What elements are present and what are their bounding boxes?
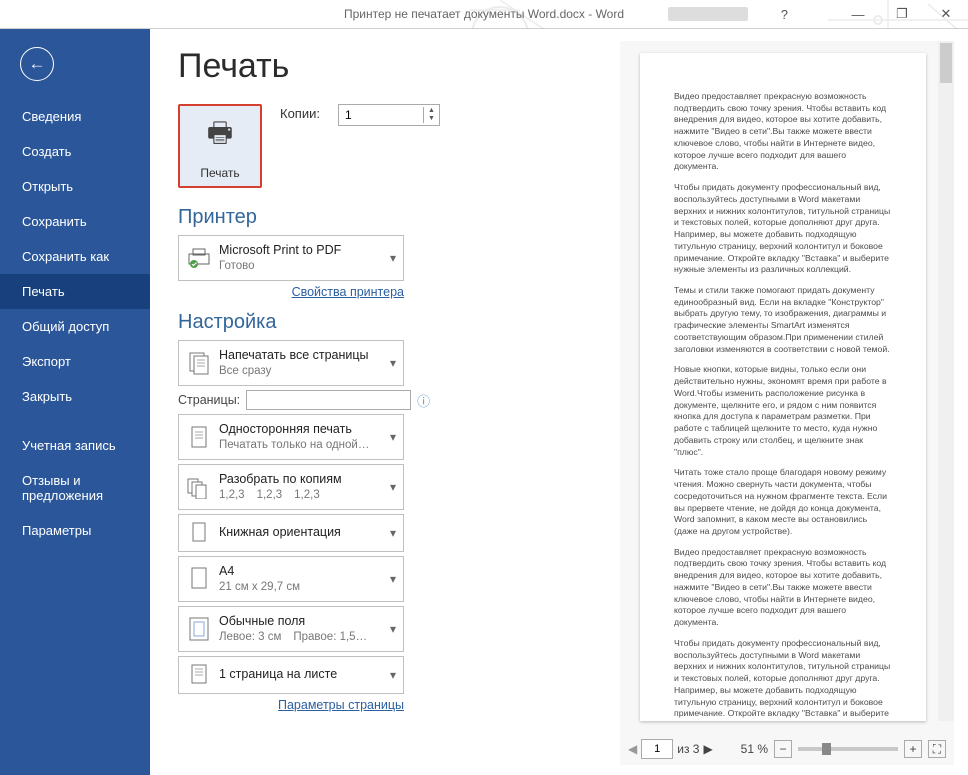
print-button[interactable]: 🖶 Печать bbox=[178, 104, 262, 188]
preview-scrollbar[interactable] bbox=[938, 41, 954, 721]
spin-up-icon[interactable]: ▲ bbox=[424, 107, 439, 115]
sheet-icon bbox=[185, 661, 213, 689]
copies-stepper[interactable]: 1 ▲▼ bbox=[338, 104, 440, 126]
zoom-slider[interactable] bbox=[798, 747, 898, 751]
printer-status: Готово bbox=[219, 259, 387, 273]
page-setup-link[interactable]: Параметры страницы bbox=[178, 698, 404, 712]
page-size-icon bbox=[185, 565, 213, 593]
preview-paragraph: Новые кнопки, которые видны, только если… bbox=[674, 364, 892, 458]
printer-select[interactable]: Microsoft Print to PDF Готово ▾ bbox=[178, 235, 404, 281]
sidebar-item-3[interactable]: Сохранить bbox=[0, 204, 150, 239]
print-preview: Видео предоставляет прекрасную возможнос… bbox=[620, 41, 954, 765]
title-bar: Принтер не печатает документы Word.docx … bbox=[0, 0, 968, 28]
pages-icon bbox=[185, 349, 213, 377]
chevron-down-icon: ▾ bbox=[387, 526, 399, 540]
preview-paragraph: Чтобы придать документу профессиональный… bbox=[674, 638, 892, 721]
sidebar-item2-2[interactable]: Параметры bbox=[0, 513, 150, 548]
margins-icon bbox=[185, 615, 213, 643]
zoom-in-button[interactable]: + bbox=[904, 740, 922, 758]
margins-select[interactable]: Обычные поля Левое: 3 см Правое: 1,5… ▾ bbox=[178, 606, 404, 652]
print-panel: Печать 🖶 Печать Копии: 1 ▲▼ Принтер ⓘ Mi… bbox=[150, 29, 968, 775]
sidebar-item2-0[interactable]: Учетная запись bbox=[0, 428, 150, 463]
zoom-out-button[interactable]: − bbox=[774, 740, 792, 758]
preview-paragraph: Темы и стили также помогают придать доку… bbox=[674, 285, 892, 355]
info-icon[interactable]: ⓘ bbox=[417, 391, 430, 410]
sidebar-item-6[interactable]: Общий доступ bbox=[0, 309, 150, 344]
chevron-down-icon: ▾ bbox=[387, 430, 399, 444]
sidebar-item-1[interactable]: Создать bbox=[0, 134, 150, 169]
close-button[interactable]: ✕ bbox=[924, 0, 968, 28]
print-button-label: Печать bbox=[200, 166, 239, 180]
backstage-sidebar: ← СведенияСоздатьОткрытьСохранитьСохрани… bbox=[0, 29, 150, 775]
sidebar-item-7[interactable]: Экспорт bbox=[0, 344, 150, 379]
pages-label: Страницы: bbox=[178, 393, 240, 407]
chevron-down-icon: ▾ bbox=[387, 668, 399, 682]
back-button[interactable]: ← bbox=[20, 47, 54, 81]
preview-footer: ◀ из 3 ▶ 51 % − + ⛶ bbox=[620, 733, 954, 765]
preview-paragraph: Видео предоставляет прекрасную возможнос… bbox=[674, 91, 892, 173]
chevron-down-icon: ▾ bbox=[387, 572, 399, 586]
sided-select[interactable]: Односторонняя печать Печатать только на … bbox=[178, 414, 404, 460]
sidebar-item-8[interactable]: Закрыть bbox=[0, 379, 150, 414]
paper-size-select[interactable]: A4 21 см x 29,7 см ▾ bbox=[178, 556, 404, 602]
preview-paragraph: Видео предоставляет прекрасную возможнос… bbox=[674, 547, 892, 629]
orientation-select[interactable]: Книжная ориентация ▾ bbox=[178, 514, 404, 552]
user-badge[interactable] bbox=[668, 7, 748, 21]
window-title: Принтер не печатает документы Word.docx … bbox=[344, 7, 624, 21]
one-sided-icon bbox=[185, 423, 213, 451]
copies-value[interactable]: 1 bbox=[339, 108, 423, 122]
preview-paragraph: Читать тоже стало проще благодаря новому… bbox=[674, 467, 892, 537]
page-number-input[interactable] bbox=[641, 739, 673, 759]
printer-ready-icon bbox=[185, 244, 213, 272]
sidebar-item2-1[interactable]: Отзывы и предложения bbox=[0, 463, 150, 513]
chevron-down-icon: ▾ bbox=[387, 622, 399, 636]
pages-per-sheet-select[interactable]: 1 страница на листе ▾ bbox=[178, 656, 404, 694]
fit-page-button[interactable]: ⛶ bbox=[928, 740, 946, 758]
help-button[interactable]: ? bbox=[781, 7, 788, 22]
copies-label: Копии: bbox=[280, 104, 320, 121]
preview-paragraph: Чтобы придать документу профессиональный… bbox=[674, 182, 892, 276]
printer-name: Microsoft Print to PDF bbox=[219, 243, 387, 259]
pages-input[interactable] bbox=[246, 390, 411, 410]
chevron-down-icon: ▾ bbox=[387, 480, 399, 494]
collate-select[interactable]: Разобрать по копиям 1,2,3 1,2,3 1,2,3 ▾ bbox=[178, 464, 404, 510]
sidebar-item-4[interactable]: Сохранить как bbox=[0, 239, 150, 274]
sidebar-item-2[interactable]: Открыть bbox=[0, 169, 150, 204]
chevron-down-icon: ▾ bbox=[387, 356, 399, 370]
print-range-select[interactable]: Напечатать все страницы Все сразу ▾ bbox=[178, 340, 404, 386]
sidebar-item-5[interactable]: Печать bbox=[0, 274, 150, 309]
printer-properties-link[interactable]: Свойства принтера bbox=[178, 285, 404, 299]
zoom-label: 51 % bbox=[741, 742, 768, 756]
page-total-label: из 3 bbox=[677, 742, 699, 756]
spin-down-icon[interactable]: ▼ bbox=[424, 115, 439, 123]
sidebar-item-0[interactable]: Сведения bbox=[0, 99, 150, 134]
next-page-button[interactable]: ▶ bbox=[703, 742, 712, 756]
preview-page: Видео предоставляет прекрасную возможнос… bbox=[640, 53, 926, 721]
chevron-down-icon: ▾ bbox=[387, 251, 399, 265]
minimize-button[interactable]: — bbox=[836, 0, 880, 28]
prev-page-button[interactable]: ◀ bbox=[628, 742, 637, 756]
collate-icon bbox=[185, 473, 213, 501]
portrait-icon bbox=[185, 519, 213, 547]
printer-icon: 🖶 bbox=[207, 112, 233, 160]
restore-button[interactable]: ❐ bbox=[880, 0, 924, 28]
